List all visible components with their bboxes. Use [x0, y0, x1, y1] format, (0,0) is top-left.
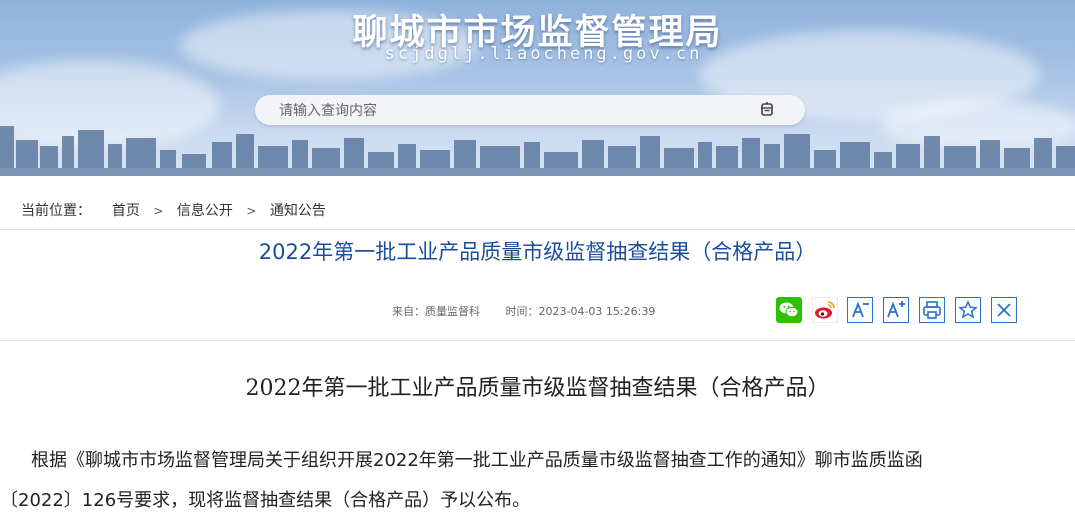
content-heading: 2022年第一批工业产品质量市级监督抽查结果（合格产品） [245, 376, 830, 401]
article-time: 时间：2023-04-03 15:26:39 [505, 305, 656, 318]
breadcrumb: 当前位置： 首页 > 信息公开 > 通知公告 [21, 200, 326, 220]
article-source: 来自：质量监督科 [392, 305, 480, 318]
font-increase-icon[interactable] [883, 297, 909, 323]
breadcrumb-separator: > [153, 204, 164, 218]
city-skyline [0, 126, 1075, 176]
breadcrumb-divider [0, 229, 1075, 230]
wechat-share-icon[interactable] [776, 297, 802, 323]
close-icon[interactable] [991, 297, 1017, 323]
favorite-star-icon[interactable] [955, 297, 981, 323]
breadcrumb-label: 当前位置： [21, 203, 91, 219]
header-banner: 聊城市市场监督管理局 scjdglj.liaocheng.gov.cn [0, 0, 1075, 176]
breadcrumb-separator: > [246, 204, 257, 218]
paragraph-line: 根据《聊城市市场监督管理局关于组织开展2022年第一批工业产品质量市级监督抽查工… [31, 450, 923, 471]
article-title: 2022年第一批工业产品质量市级监督抽查结果（合格产品） [258, 240, 817, 264]
print-icon[interactable] [919, 297, 945, 323]
paragraph-line: 〔2022〕126号要求，现将监督抽查结果（合格产品）予以公布。 [0, 490, 531, 511]
site-domain: scjdglj.liaocheng.gov.cn [384, 44, 703, 64]
breadcrumb-notice-link[interactable]: 通知公告 [270, 203, 326, 219]
header-divider [0, 340, 1075, 341]
weibo-share-icon[interactable] [812, 297, 838, 323]
font-decrease-icon[interactable] [847, 297, 873, 323]
breadcrumb-info-link[interactable]: 信息公开 [177, 203, 233, 219]
breadcrumb-home-link[interactable]: 首页 [112, 203, 140, 219]
article-meta: 来自：质量监督科 时间：2023-04-03 15:26:39 [392, 303, 677, 319]
